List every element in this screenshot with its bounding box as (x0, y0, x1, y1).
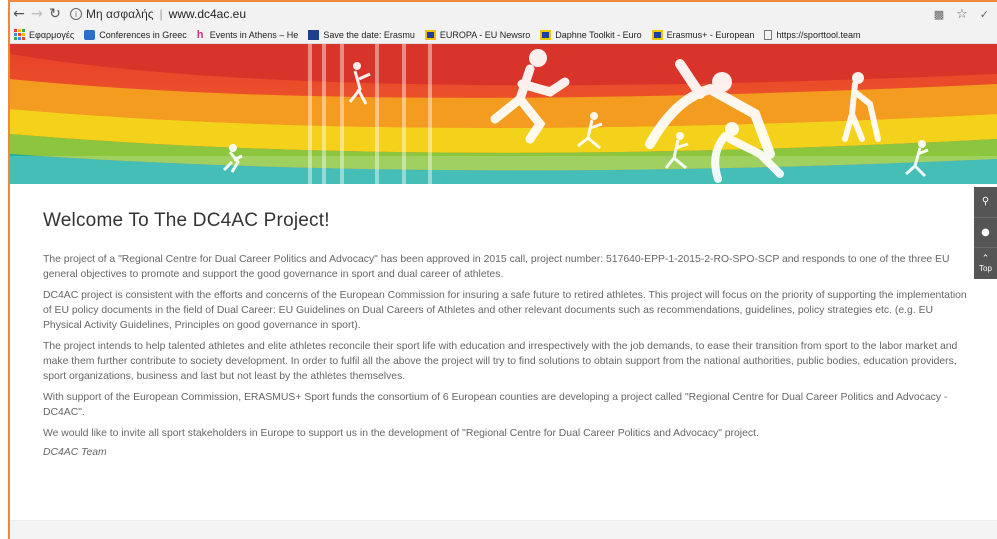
bookmark-label: Erasmus+ - European (666, 29, 755, 40)
bookmark-label: Conferences in Greec (99, 29, 187, 40)
chevron-up-icon: ⌃ (981, 253, 990, 264)
bookmark-save-the-date[interactable]: Save the date: Erasmu (308, 29, 415, 40)
bookmark-daphne[interactable]: Daphne Toolkit - Euro (540, 29, 642, 40)
bookmark-europa[interactable]: EUROPA - EU Newsro (424, 29, 531, 40)
bookmark-label: https://sporttool.team (776, 29, 861, 40)
footer-bar (10, 520, 997, 539)
eu-flag-icon (424, 29, 436, 40)
top-label: Top (979, 263, 992, 273)
bookmark-label: Save the date: Erasmu (323, 29, 415, 40)
main-content: Welcome To The DC4AC Project! The projec… (43, 210, 973, 458)
h-logo-icon: h (196, 28, 204, 41)
reload-icon[interactable]: ↻ (46, 4, 64, 24)
page-title: Welcome To The DC4AC Project! (43, 210, 330, 231)
intro-paragraph: The project of a "Regional Centre for Du… (43, 254, 950, 280)
user-button[interactable]: ● (974, 218, 997, 249)
eu-flag-icon (651, 29, 663, 40)
consistency-paragraph: DC4AC project is consistent with the eff… (43, 290, 967, 331)
header-banner (10, 44, 997, 184)
bookmark-label: Events in Athens – He (209, 29, 299, 40)
search-icon: ⚲ (981, 196, 990, 208)
support-paragraph: With support of the European Commission,… (43, 392, 948, 418)
eu-flag-icon (540, 29, 552, 40)
page-icon (764, 29, 773, 40)
intent-paragraph: The project intends to help talented ath… (43, 341, 958, 382)
user-icon: ● (981, 227, 990, 238)
extension-check-icon[interactable]: ✓ (980, 8, 989, 21)
side-widget: ⚲ ● ⌃ Top (974, 187, 997, 279)
bookmark-apps[interactable]: Εφαρμογές (10, 29, 74, 40)
apps-grid-icon (14, 29, 25, 40)
info-icon[interactable]: i (70, 8, 82, 20)
blue-square-icon (308, 29, 320, 40)
back-arrow-icon[interactable]: ← (10, 4, 28, 24)
bookmark-sporttool[interactable]: https://sporttool.team (764, 29, 861, 40)
bookmark-events[interactable]: h Events in Athens – He (196, 28, 299, 41)
bookmark-label: EUROPA - EU Newsro (439, 29, 531, 40)
translate-icon[interactable]: ▩ (934, 8, 944, 21)
browser-toolbar: ← → ↻ i Μη ασφαλής | www.dc4ac.eu ▩ ☆ ✓ (10, 2, 997, 26)
bookmark-label: Daphne Toolkit - Euro (555, 29, 642, 40)
rainbow-athletes-banner (10, 44, 997, 184)
bookmark-erasmus[interactable]: Erasmus+ - European (651, 29, 755, 40)
bookmarks-bar: Εφαρμογές Conferences in Greec h Events … (10, 26, 997, 44)
bookmark-label: Εφαρμογές (29, 29, 75, 40)
signature: DC4AC Team (43, 447, 107, 458)
bookmark-conferences[interactable]: Conferences in Greec (84, 29, 187, 40)
back-to-top-button[interactable]: ⌃ Top (974, 248, 997, 279)
forward-arrow-icon[interactable]: → (28, 4, 46, 24)
security-label: Μη ασφαλής (86, 7, 154, 21)
address-bar[interactable]: i Μη ασφαλής | www.dc4ac.eu (70, 4, 934, 24)
url-separator: | (159, 7, 163, 21)
blue-bookmark-icon (84, 29, 96, 40)
url-host: www.dc4ac.eu (168, 7, 247, 21)
invitation-paragraph: We would like to invite all sport stakeh… (43, 428, 759, 439)
search-button[interactable]: ⚲ (974, 187, 997, 218)
star-icon[interactable]: ☆ (956, 7, 968, 22)
